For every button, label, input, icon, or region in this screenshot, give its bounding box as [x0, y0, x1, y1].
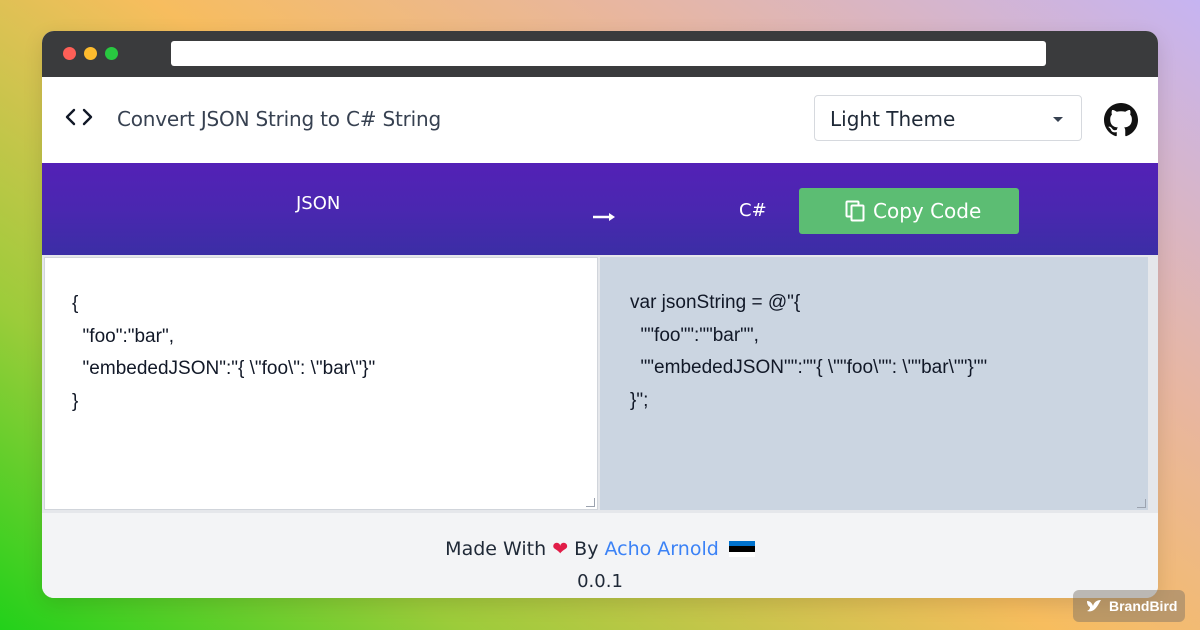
- brandbird-logo-icon: [1085, 598, 1103, 617]
- heart-icon: ❤: [552, 538, 569, 560]
- page-title: Convert JSON String to C# String: [117, 107, 441, 131]
- maximize-window-dot[interactable]: [105, 47, 118, 60]
- browser-chrome: [42, 31, 1158, 77]
- by-text: By: [574, 538, 599, 560]
- target-format-label: C#: [739, 200, 767, 221]
- credit-line: Made With ❤ By Acho Arnold: [42, 538, 1158, 560]
- copy-code-label: Copy Code: [873, 199, 982, 223]
- copy-code-button[interactable]: Copy Code: [799, 188, 1019, 234]
- csharp-output-text: var jsonString = @"{ ""foo"":""bar"", ""…: [630, 292, 988, 411]
- resize-handle-icon[interactable]: [1137, 499, 1146, 508]
- json-input-text: { "foo":"bar", "embededJSON":"{ \"foo\":…: [72, 293, 376, 412]
- resize-handle-icon[interactable]: [586, 498, 595, 507]
- csharp-output-textarea[interactable]: var jsonString = @"{ ""foo"":""bar"", ""…: [600, 257, 1148, 510]
- theme-select-value: Light Theme: [830, 107, 956, 131]
- copy-icon: [845, 200, 865, 226]
- editor-panes: { "foo":"bar", "embededJSON":"{ \"foo\":…: [42, 255, 1158, 513]
- source-format-label: JSON: [296, 193, 341, 214]
- chevron-down-icon: [1053, 117, 1063, 122]
- footer: Made With ❤ By Acho Arnold 0.0.1: [42, 513, 1158, 598]
- conversion-toolbar: JSON C# Copy Code: [42, 163, 1158, 255]
- estonia-flag-icon: [728, 541, 755, 557]
- minimize-window-dot[interactable]: [84, 47, 97, 60]
- author-link[interactable]: Acho Arnold: [604, 538, 718, 560]
- brandbird-text: BrandBird: [1109, 598, 1178, 614]
- made-with-text: Made With: [445, 538, 547, 560]
- theme-select[interactable]: Light Theme: [814, 95, 1082, 141]
- brandbird-watermark: BrandBird: [1073, 590, 1185, 622]
- app-header: Convert JSON String to C# String Light T…: [42, 77, 1158, 163]
- close-window-dot[interactable]: [63, 47, 76, 60]
- address-bar[interactable]: [171, 41, 1046, 66]
- code-icon: [64, 107, 94, 131]
- arrow-right-icon: [592, 207, 616, 226]
- json-input-textarea[interactable]: { "foo":"bar", "embededJSON":"{ \"foo\":…: [44, 257, 598, 510]
- github-icon[interactable]: [1104, 103, 1138, 141]
- browser-window: Convert JSON String to C# String Light T…: [42, 31, 1158, 598]
- version-text: 0.0.1: [577, 571, 623, 592]
